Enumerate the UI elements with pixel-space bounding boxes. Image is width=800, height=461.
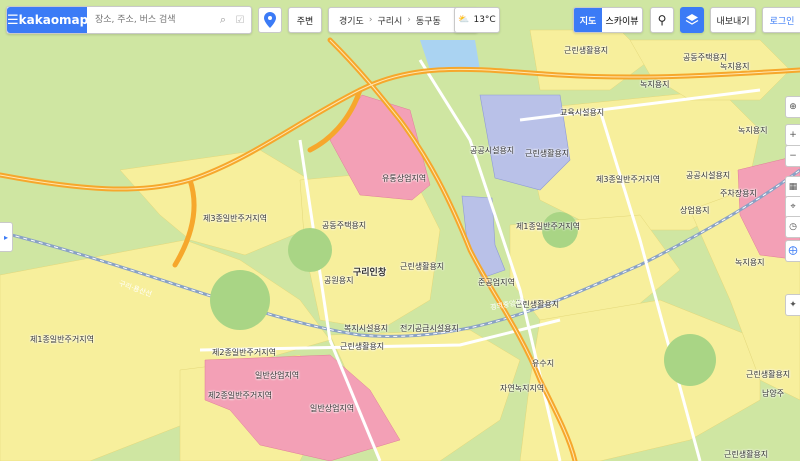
zone-label: 근린생활용지	[525, 149, 570, 158]
zone-label: 제3종일반주거지역	[203, 214, 267, 223]
location-pin-button[interactable]	[258, 7, 282, 33]
roadview-button[interactable]: ⚲	[650, 7, 674, 33]
zone-label: 교육시설용지	[560, 108, 605, 117]
place-label: 남양주	[762, 389, 785, 398]
expand-panel-tab[interactable]: ▸	[0, 222, 13, 252]
zone-label: 공공시설용지	[470, 146, 515, 155]
nearby-button[interactable]: 주변	[288, 7, 322, 33]
distance-tool-button[interactable]: ⌖	[785, 196, 800, 218]
breadcrumb-province[interactable]: 경기도	[339, 14, 364, 27]
compass-icon: ✦	[789, 300, 797, 310]
zone-label: 전기공급시설용지	[400, 324, 459, 333]
zone-label: 일반상업지역	[255, 371, 300, 380]
zoom-in-button[interactable]: +	[785, 124, 800, 146]
zone-label: 근린생활용지	[400, 262, 445, 271]
pin-icon	[264, 12, 276, 28]
chevron-right-icon: ›	[368, 15, 373, 25]
zone-label: 녹지용지	[738, 126, 768, 135]
plus-icon: +	[789, 130, 797, 140]
zoom-out-button[interactable]: −	[785, 145, 800, 167]
zone-label: 상업용지	[680, 206, 710, 215]
brand-button[interactable]: ☰ kakaomap	[7, 7, 89, 33]
chevron-right-icon: ›	[407, 15, 411, 25]
zone-label: 녹지용지	[640, 80, 670, 89]
add-place-button[interactable]: ⨁	[785, 240, 800, 262]
zone-label: 공원용지	[324, 276, 354, 285]
search-input[interactable]	[93, 14, 215, 26]
zone-label: 제1종일반주거지역	[30, 335, 94, 344]
ruler-icon: ⌖	[790, 202, 796, 212]
breadcrumb-district[interactable]: 동구동	[416, 14, 441, 27]
zone-label: 제2종일반주거지역	[208, 391, 272, 400]
zone-label: 공공시설용지	[686, 171, 731, 180]
zone-label: 제3종일반주거지역	[596, 175, 660, 184]
map-type-toggle: 지도 스카이뷰	[573, 7, 643, 33]
map-canvas[interactable]	[0, 0, 800, 461]
grid-icon: ▦	[788, 182, 798, 192]
crosshair-icon: ⊕	[789, 102, 797, 112]
checkbox-icon[interactable]: ☑	[231, 15, 249, 26]
zone-label: 녹지용지	[735, 258, 765, 267]
minus-icon: −	[789, 151, 797, 161]
chevron-right-icon: ▸	[3, 232, 8, 242]
compass-button[interactable]: ✦	[785, 294, 800, 316]
zone-label: 일반상업지역	[310, 404, 355, 413]
zone-label: 근린생활용지	[340, 342, 385, 351]
zone-label: 복지시설용지	[344, 324, 389, 333]
current-location-button[interactable]: ⊕	[785, 96, 800, 118]
layers-button[interactable]	[680, 7, 704, 33]
zone-label: 녹지용지	[720, 62, 750, 71]
zone-label: 제2종일반주거지역	[212, 348, 276, 357]
zone-label: 근린생활용지	[564, 46, 609, 55]
zone-label: 근린생활용지	[724, 450, 769, 459]
login-button[interactable]: 로그인	[762, 7, 800, 33]
weather-temperature: 13°C	[473, 15, 496, 25]
zone-label: 공동주택용지	[322, 221, 367, 230]
area-tool-button[interactable]: ◷	[785, 216, 800, 238]
map-type-skyview[interactable]: 스카이뷰	[602, 8, 642, 32]
breadcrumb-city[interactable]: 구리시	[377, 14, 402, 27]
zone-label: 준공업지역	[478, 278, 515, 287]
plus-circle-icon: ⨁	[788, 246, 798, 256]
search-bar: ☰ kakaomap ⌕ ☑	[6, 6, 252, 34]
weather-cloud-sun-icon: ⛅	[458, 15, 470, 25]
water-area	[420, 40, 480, 70]
menu-icon[interactable]: ☰	[7, 13, 19, 28]
layers-icon	[685, 14, 699, 25]
zone-label: 유통상업지역	[382, 174, 427, 183]
zone-label: 근린생활용지	[746, 370, 791, 379]
brand-logo: kakaomap	[18, 13, 89, 27]
traffic-tool-button[interactable]: ▦	[785, 176, 800, 198]
zone-label: 유수지	[532, 359, 555, 368]
export-button[interactable]: 내보내기	[710, 7, 756, 33]
roadview-pin-icon: ⚲	[657, 13, 667, 27]
place-label[interactable]: 구리인창	[353, 268, 386, 278]
zone-label: 자연녹지지역	[500, 384, 545, 393]
zone-label: 제1종일반주거지역	[516, 222, 580, 231]
weather-widget[interactable]: ⛅ 13°C	[454, 7, 500, 33]
zone-label: 주차장용지	[720, 189, 757, 198]
timer-icon: ◷	[789, 222, 797, 232]
search-icon[interactable]: ⌕	[215, 13, 231, 27]
map-type-map[interactable]: 지도	[574, 8, 602, 32]
